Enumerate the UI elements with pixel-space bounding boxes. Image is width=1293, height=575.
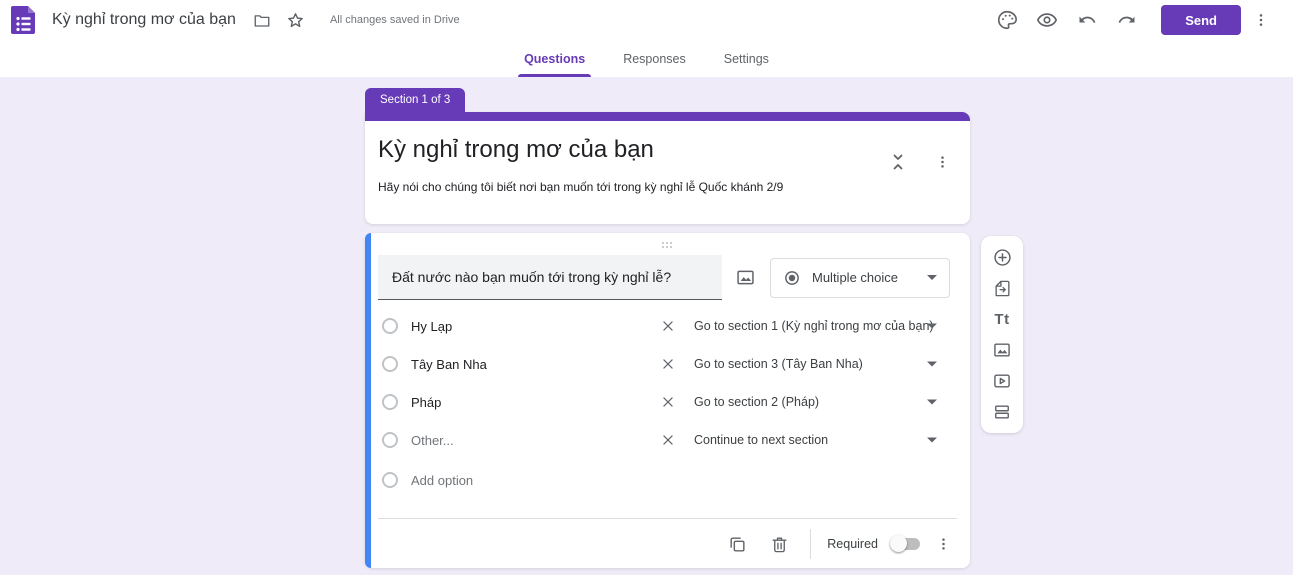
option-row: Pháp Go to section 2 (Pháp) — [371, 383, 964, 421]
remove-option-icon[interactable] — [660, 432, 676, 448]
radio-icon — [382, 356, 398, 372]
radio-icon — [382, 432, 398, 448]
top-bar: Kỳ nghỉ trong mơ của bạn All changes sav… — [0, 0, 1293, 40]
question-header-row: Đất nước nào bạn muốn tới trong kỳ nghỉ … — [378, 255, 950, 300]
chevron-down-icon[interactable] — [927, 438, 937, 443]
radio-icon — [382, 318, 398, 334]
option-row: Other... Continue to next section — [371, 421, 964, 459]
section-badge: Section 1 of 3 — [365, 88, 465, 112]
undo-icon[interactable] — [1075, 8, 1099, 32]
chevron-down-icon[interactable] — [927, 324, 937, 329]
form-description[interactable]: Hãy nói cho chúng tôi biết nơi bạn muốn … — [378, 180, 783, 194]
add-option-row[interactable]: Add option — [371, 461, 964, 499]
option-label-other[interactable]: Other... — [411, 433, 454, 448]
goto-section-select[interactable]: Continue to next section — [694, 433, 828, 447]
required-label: Required — [827, 537, 878, 551]
multiple-choice-icon — [783, 269, 801, 287]
add-option-label[interactable]: Add option — [411, 473, 473, 488]
question-card[interactable]: Đất nước nào bạn muốn tới trong kỳ nghỉ … — [365, 233, 970, 568]
delete-question-icon[interactable] — [767, 532, 791, 556]
title-card-actions — [888, 152, 952, 172]
chevron-down-icon[interactable] — [927, 400, 937, 405]
star-icon[interactable] — [284, 8, 308, 32]
section-overflow-menu-icon[interactable] — [932, 152, 952, 172]
options-list: Hy Lạp Go to section 1 (Kỳ nghỉ trong mơ… — [371, 307, 964, 499]
form-title[interactable]: Kỳ nghỉ trong mơ của bạn — [378, 136, 654, 164]
top-actions: Send — [987, 5, 1281, 35]
required-toggle[interactable] — [890, 535, 921, 553]
chevron-down-icon[interactable] — [927, 362, 937, 367]
tab-responses[interactable]: Responses — [617, 52, 692, 77]
question-type-select[interactable]: Multiple choice — [770, 258, 950, 298]
footer-separator — [810, 529, 811, 559]
move-folder-icon[interactable] — [250, 8, 274, 32]
add-question-icon[interactable] — [986, 242, 1018, 273]
goto-section-select[interactable]: Go to section 2 (Pháp) — [694, 395, 819, 409]
document-title[interactable]: Kỳ nghỉ trong mơ của bạn — [52, 11, 236, 29]
duplicate-question-icon[interactable] — [725, 532, 749, 556]
card-accent-bar — [365, 112, 970, 121]
tab-questions[interactable]: Questions — [518, 52, 591, 77]
radio-icon — [382, 394, 398, 410]
remove-option-icon[interactable] — [660, 394, 676, 410]
option-row: Hy Lạp Go to section 1 (Kỳ nghỉ trong mơ… — [371, 307, 964, 345]
option-label[interactable]: Hy Lạp — [411, 319, 452, 334]
option-label[interactable]: Pháp — [411, 395, 441, 410]
preview-eye-icon[interactable] — [1035, 8, 1059, 32]
question-type-label: Multiple choice — [812, 270, 898, 285]
add-section-icon[interactable] — [986, 396, 1018, 427]
theme-palette-icon[interactable] — [995, 8, 1019, 32]
collapse-section-icon[interactable] — [888, 152, 908, 172]
question-text-input[interactable]: Đất nước nào bạn muốn tới trong kỳ nghỉ … — [378, 255, 722, 300]
tab-bar: Questions Responses Settings — [0, 40, 1293, 77]
drag-handle-icon[interactable] — [662, 242, 674, 250]
footer-divider — [378, 518, 957, 519]
add-title-text-icon[interactable]: Tt — [986, 304, 1018, 335]
remove-option-icon[interactable] — [660, 356, 676, 372]
send-button[interactable]: Send — [1161, 5, 1241, 35]
add-image-icon[interactable] — [986, 334, 1018, 365]
forms-logo-icon[interactable] — [10, 5, 38, 35]
redo-icon[interactable] — [1115, 8, 1139, 32]
goto-section-select[interactable]: Go to section 1 (Kỳ nghỉ trong mơ của bạ… — [694, 319, 934, 333]
google-forms-editor: Kỳ nghỉ trong mơ của bạn All changes sav… — [0, 0, 1293, 575]
goto-section-select[interactable]: Go to section 3 (Tây Ban Nha) — [694, 357, 863, 371]
form-title-card[interactable]: Kỳ nghỉ trong mơ của bạn Hãy nói cho chú… — [365, 112, 970, 224]
side-toolbar: Tt — [981, 236, 1023, 433]
question-overflow-menu-icon[interactable] — [931, 532, 955, 556]
header-overflow-menu-icon[interactable] — [1249, 8, 1273, 32]
option-row: Tây Ban Nha Go to section 3 (Tây Ban Nha… — [371, 345, 964, 383]
save-status: All changes saved in Drive — [330, 14, 460, 26]
radio-icon — [382, 472, 398, 488]
question-footer: Required — [378, 527, 957, 561]
tab-settings[interactable]: Settings — [718, 52, 775, 77]
add-video-icon[interactable] — [986, 365, 1018, 396]
chevron-down-icon — [927, 275, 937, 280]
import-questions-icon[interactable] — [986, 273, 1018, 304]
option-label[interactable]: Tây Ban Nha — [411, 357, 487, 372]
remove-option-icon[interactable] — [660, 318, 676, 334]
add-image-to-question-icon[interactable] — [733, 266, 757, 290]
